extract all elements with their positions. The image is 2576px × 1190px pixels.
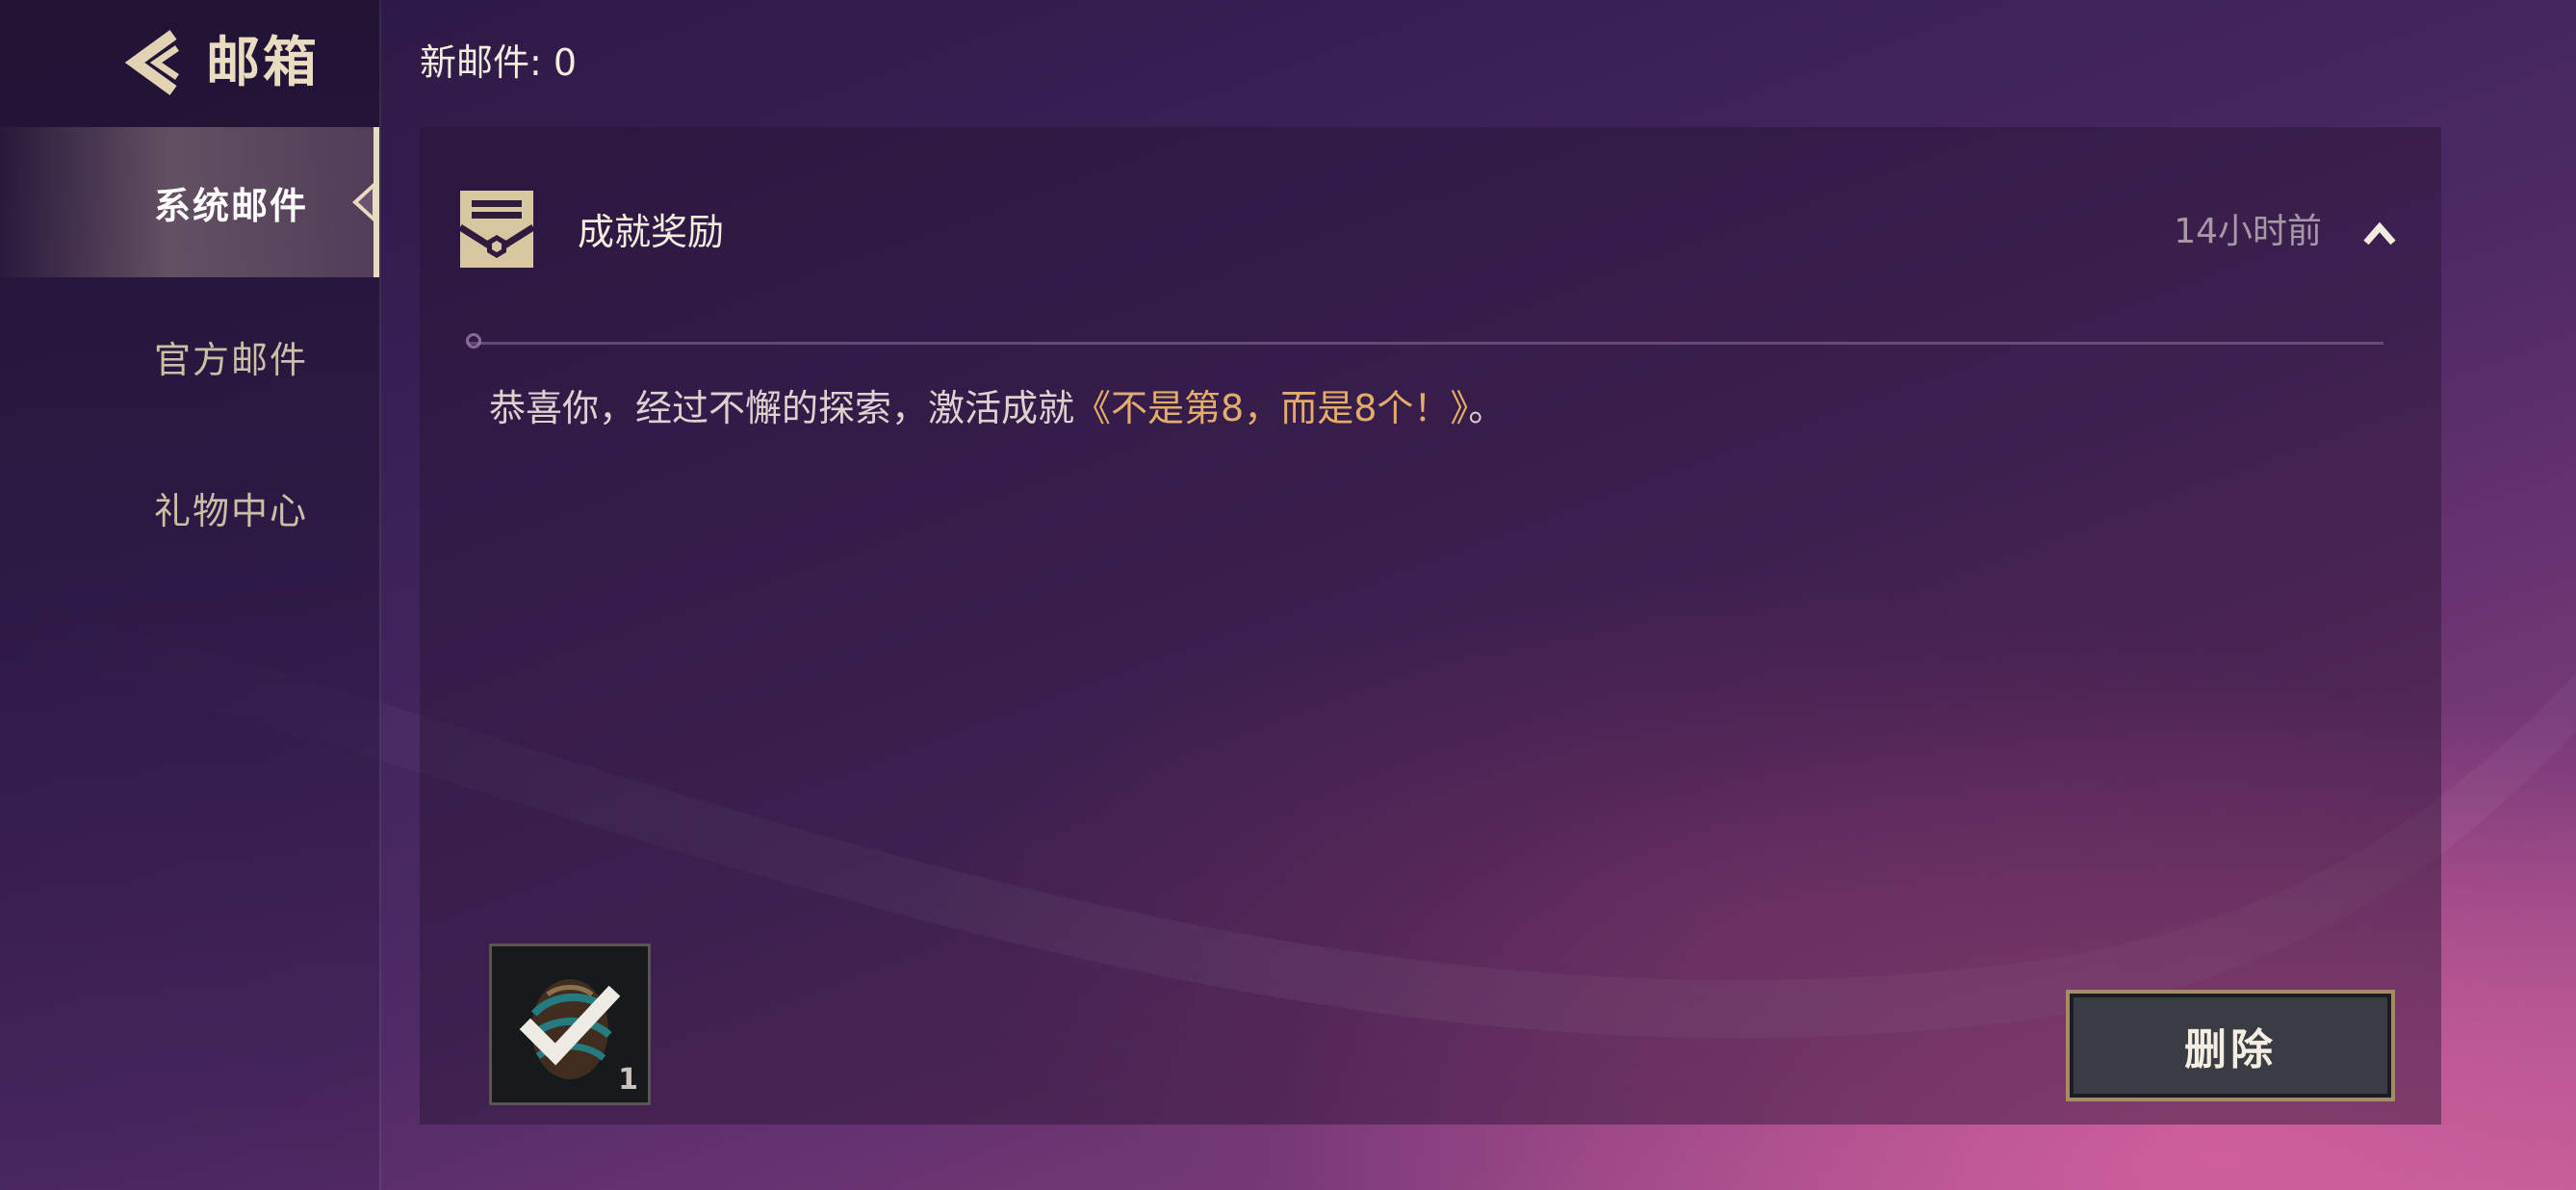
- divider: [468, 342, 2383, 345]
- sidebar-item-system-mail[interactable]: 系统邮件: [0, 127, 379, 277]
- mail-body-suffix: 。: [1468, 387, 1506, 429]
- collapse-button[interactable]: [2360, 216, 2399, 250]
- new-mail-count: 新邮件: 0: [420, 41, 578, 84]
- mail-card: 成就奖励 14小时前 恭喜你，经过不懈的探索，激活成就《不是第8，而是8个！》。…: [420, 127, 2441, 1125]
- sidebar-item-label: 官方邮件: [153, 338, 308, 381]
- attachment-item[interactable]: 1: [489, 944, 651, 1105]
- mail-body: 恭喜你，经过不懈的探索，激活成就《不是第8，而是8个！》。: [489, 379, 1505, 437]
- sidebar-item-label: 系统邮件: [153, 184, 308, 227]
- mail-timestamp: 14小时前: [2174, 212, 2322, 251]
- sidebar-item-label: 礼物中心: [153, 489, 308, 532]
- attachment-count: 1: [618, 1063, 638, 1097]
- mail-subject: 成就奖励: [578, 211, 725, 253]
- achievement-name: 《不是第8，而是8个！》: [1074, 387, 1469, 429]
- sidebar-item-gift-center[interactable]: 礼物中心: [0, 432, 379, 582]
- mail-body-text: 恭喜你，经过不懈的探索，激活成就: [489, 387, 1075, 429]
- sidebar-item-official-mail[interactable]: 官方邮件: [0, 281, 379, 431]
- chevron-up-icon: [2363, 221, 2396, 246]
- page-title: 邮箱: [206, 32, 320, 94]
- active-pointer-icon: [352, 183, 374, 221]
- back-button[interactable]: [117, 27, 185, 98]
- delete-button[interactable]: 删除: [2066, 990, 2395, 1101]
- divider-dot: [466, 333, 481, 349]
- sidebar: 邮箱 系统邮件 官方邮件 礼物中心: [0, 0, 381, 1190]
- back-arrow-icon: [124, 30, 179, 95]
- achievement-mail-icon: [458, 191, 535, 268]
